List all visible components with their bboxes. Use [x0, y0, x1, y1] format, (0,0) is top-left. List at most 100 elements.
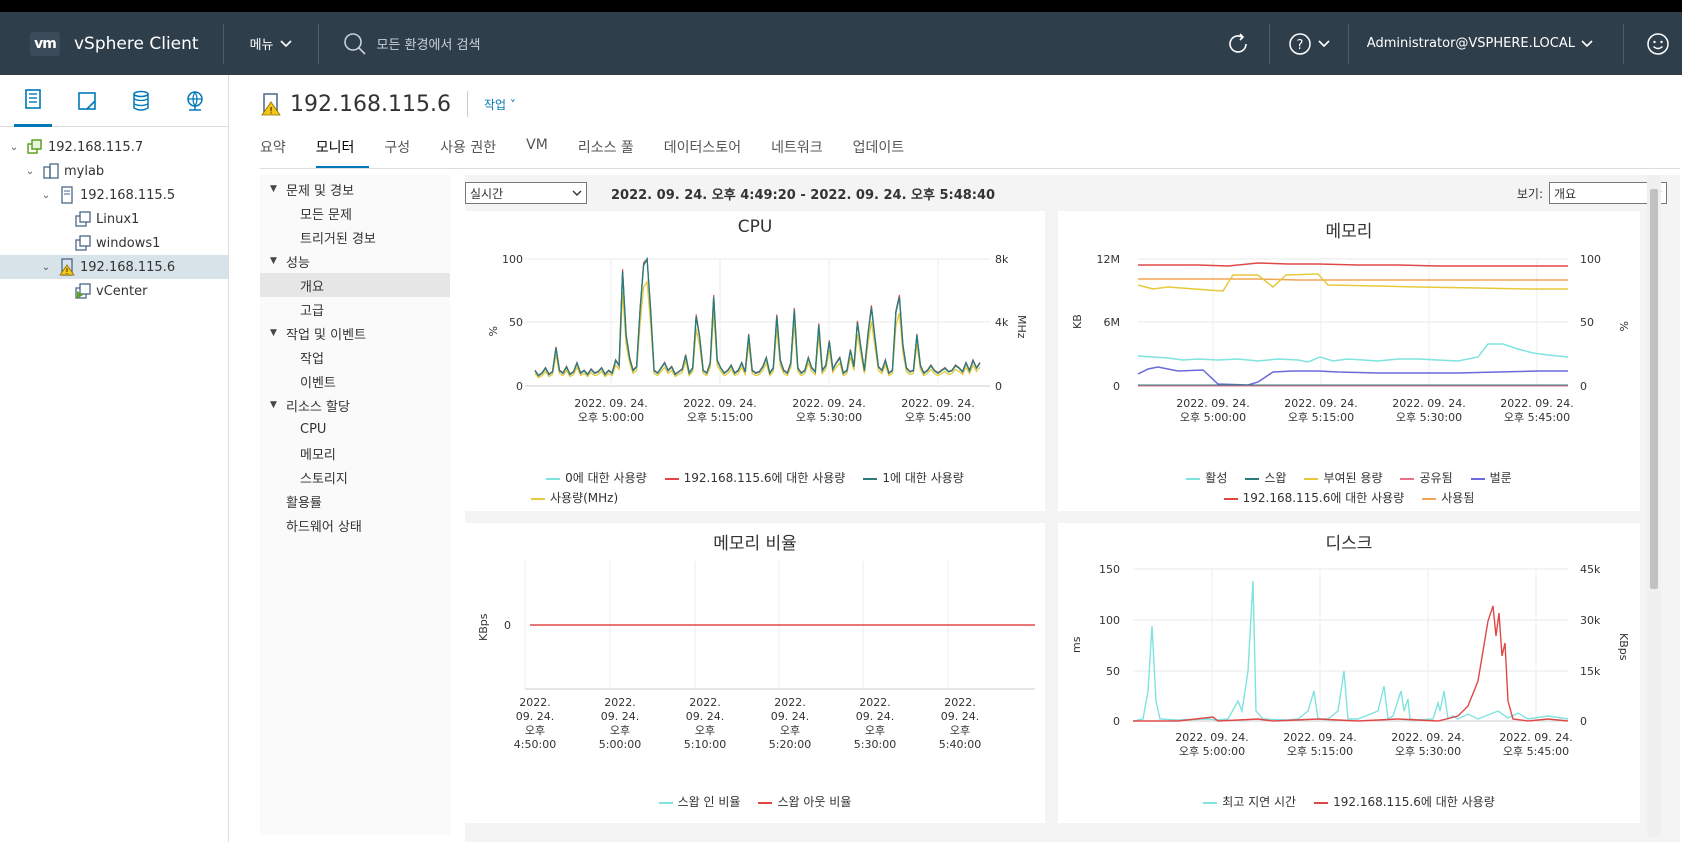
- subnav-group-issues-alarms[interactable]: ▼ 문제 및 경보: [260, 177, 450, 201]
- legend-item[interactable]: 스왑: [1245, 469, 1286, 486]
- period-select[interactable]: 실시간: [465, 182, 587, 204]
- tree-node-vcenter[interactable]: ⌄ 192.168.115.7: [0, 135, 228, 159]
- tree-node-vm[interactable]: Linux1: [0, 207, 228, 231]
- memory-legend: 활성 스왑 부여된 용량 공유됨 벌룬 192.168.115.6에 대한 사용…: [1058, 469, 1640, 506]
- tree-node-label: Linux1: [96, 211, 140, 227]
- disk-y2tick: 15k: [1580, 665, 1601, 678]
- disk-xtick: 오후 5:30:00: [1395, 745, 1461, 758]
- vm-running-icon: [75, 283, 91, 299]
- view-selector: 보기: 개요: [1517, 182, 1667, 204]
- tab-updates[interactable]: 업데이트: [853, 137, 920, 169]
- subnav-hardware-health[interactable]: 하드웨어 상태: [260, 513, 450, 537]
- memory-chart-title: 메모리: [1325, 222, 1373, 242]
- subnav-group-performance[interactable]: ▼ 성능: [260, 249, 450, 273]
- tree-node-datacenter[interactable]: ⌄ mylab: [0, 159, 228, 183]
- tab-datastores[interactable]: 데이터스토어: [664, 137, 756, 169]
- subnav-storage[interactable]: 스토리지: [260, 465, 450, 489]
- tree-node-vm[interactable]: windows1: [0, 231, 228, 255]
- cpu-y2tick: 8k: [995, 253, 1009, 266]
- subnav-overview[interactable]: 개요: [260, 273, 450, 297]
- app-title[interactable]: vSphere Client: [74, 34, 199, 54]
- actions-menu[interactable]: 작업 ˅: [484, 96, 516, 113]
- legend-item[interactable]: 벌룬: [1470, 469, 1512, 486]
- chevron-down-icon[interactable]: ⌄: [38, 190, 54, 201]
- legend-item[interactable]: 192.168.115.6에 대한 사용량: [1223, 489, 1404, 506]
- tab-networking[interactable]: [176, 75, 214, 127]
- legend-swatch: [1245, 477, 1260, 480]
- subnav-events[interactable]: 이벤트: [260, 369, 450, 393]
- tab-configure[interactable]: 구성: [384, 137, 425, 169]
- tree-node-vm-running[interactable]: vCenter: [0, 279, 228, 303]
- menu-button[interactable]: 메뉴: [250, 34, 292, 53]
- legend-item[interactable]: 1에 대한 사용량: [863, 469, 964, 486]
- subnav-label: 작업 및 이벤트: [286, 327, 367, 343]
- subnav-group-tasks-events[interactable]: ▼ 작업 및 이벤트: [260, 321, 450, 345]
- vm-logo[interactable]: vm: [30, 31, 60, 56]
- tab-vms-templates[interactable]: [68, 75, 106, 127]
- chevron-down-icon[interactable]: ⌄: [6, 142, 22, 153]
- storage-icon: [133, 90, 149, 111]
- tab-storage[interactable]: [122, 75, 160, 127]
- user-menu[interactable]: Administrator@VSPHERE.LOCAL: [1349, 36, 1623, 51]
- disk-legend: 최고 지연 시간 192.168.115.6에 대한 사용량: [1058, 793, 1640, 810]
- tree-node-host[interactable]: ⌄ 192.168.115.5: [0, 183, 228, 207]
- legend-item[interactable]: 공유됨: [1400, 469, 1453, 486]
- legend-item[interactable]: 192.168.115.6에 대한 사용량: [664, 469, 845, 486]
- tab-resource-pools[interactable]: 리소스 풀: [578, 137, 649, 169]
- caret-down-icon: ▼: [270, 400, 277, 410]
- actions-label: 작업: [483, 97, 507, 112]
- cpu-legend: 0에 대한 사용량 192.168.115.6에 대한 사용량 1에 대한 사용…: [465, 469, 1045, 506]
- legend-item[interactable]: 사용량(MHz): [505, 489, 1005, 506]
- subnav-memory[interactable]: 메모리: [260, 441, 450, 465]
- cpu-ylabel: %: [486, 326, 499, 336]
- tab-summary[interactable]: 요약: [260, 137, 301, 169]
- subnav-utilization[interactable]: 활용률: [260, 489, 450, 513]
- legend-item[interactable]: 192.168.115.6에 대한 사용량: [1314, 793, 1495, 810]
- subnav-all-issues[interactable]: 모든 문제: [260, 201, 450, 225]
- legend-item[interactable]: 스왑 인 비율: [658, 793, 740, 810]
- legend-label: 활성: [1205, 471, 1228, 485]
- legend-item[interactable]: 0에 대한 사용량: [546, 469, 647, 486]
- chevron-down-icon[interactable]: ⌄: [22, 166, 38, 177]
- legend-item[interactable]: 부여된 용량: [1304, 469, 1382, 486]
- legend-swatch: [1422, 497, 1437, 500]
- object-tabs: 요약 모니터 구성 사용 권한 VM 리소스 풀 데이터스토어 네트워크 업데이…: [260, 137, 934, 169]
- subnav-tasks[interactable]: 작업: [260, 345, 450, 369]
- tab-permissions[interactable]: 사용 권한: [440, 137, 511, 169]
- legend-swatch: [1223, 497, 1238, 500]
- time-range: 2022. 09. 24. 오후 4:49:20 - 2022. 09. 24.…: [611, 187, 996, 203]
- tab-hosts-clusters[interactable]: [14, 75, 52, 127]
- refresh-icon[interactable]: [1225, 31, 1251, 57]
- tab-monitor[interactable]: 모니터: [315, 137, 370, 169]
- vm-icon: [75, 211, 91, 227]
- disk-xtick: 2022. 09. 24.: [1391, 731, 1464, 744]
- app-header: vm vSphere Client 메뉴 모든 환경에서 검색 ? Admini…: [0, 12, 1682, 75]
- subnav-cpu[interactable]: CPU: [260, 417, 450, 441]
- subnav-group-resource-allocation[interactable]: ▼ 리소스 할당: [260, 393, 450, 417]
- global-search[interactable]: 모든 환경에서 검색: [343, 32, 480, 56]
- legend-swatch: [1400, 477, 1415, 480]
- tab-networks[interactable]: 네트워크: [771, 137, 838, 169]
- inventory-view-tabs: [0, 75, 228, 127]
- feedback-smiley-icon[interactable]: [1646, 32, 1670, 56]
- tree-node-host-selected[interactable]: ⌄ ! 192.168.115.6: [0, 255, 228, 279]
- tab-vms[interactable]: VM: [526, 137, 563, 169]
- help-menu[interactable]: ?: [1270, 32, 1348, 56]
- networking-icon: [187, 90, 203, 111]
- subnav-advanced[interactable]: 고급: [260, 297, 450, 321]
- inventory-navigator: ⌄ 192.168.115.7 ⌄ mylab ⌄ 192.168.115.5 …: [0, 75, 229, 842]
- chevron-down-icon[interactable]: ⌄: [38, 262, 54, 273]
- content-scrollbar[interactable]: [1647, 175, 1661, 837]
- cpu-xtick: 2022. 09. 24.: [574, 397, 647, 410]
- subnav-triggered-alarms[interactable]: 트리거된 경보: [260, 225, 450, 249]
- legend-swatch: [1470, 477, 1485, 480]
- memory-rate-xtick: 5:40:00: [939, 738, 981, 751]
- legend-item[interactable]: 활성: [1186, 469, 1227, 486]
- legend-item[interactable]: 사용됨: [1422, 489, 1474, 506]
- scrollbar-thumb[interactable]: [1650, 189, 1658, 589]
- legend-item[interactable]: 스왑 아웃 비율: [758, 793, 851, 810]
- host-warning-icon: !: [261, 93, 281, 116]
- legend-swatch: [531, 497, 545, 500]
- legend-item[interactable]: 최고 지연 시간: [1203, 793, 1296, 810]
- memory-line-active: [1137, 343, 1569, 363]
